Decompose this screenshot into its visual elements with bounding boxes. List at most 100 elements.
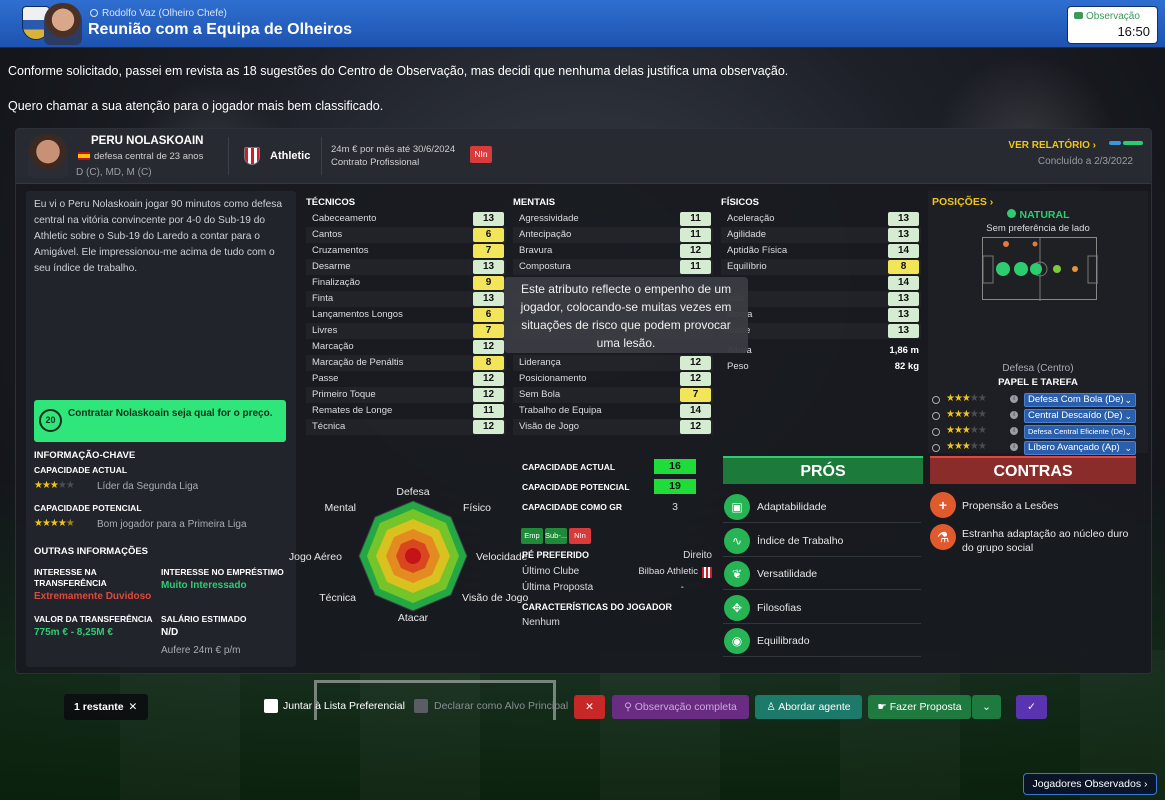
other-info-title: OUTRAS INFORMAÇÕES [34,546,148,557]
attribute-row[interactable]: Lançamentos Longos 6 [306,307,506,323]
attribute-name: Técnica [312,421,346,432]
info-icon[interactable]: i [1010,395,1018,403]
role-row[interactable]: ★★★★★ i Defesa Com Bola (De) ⌄ [932,393,1148,408]
sender-name[interactable]: Rodolfo Vaz (Olheiro Chefe) [102,8,227,19]
approach-agent-button[interactable]: ♙ Abordar agente [755,695,862,719]
info-icon[interactable]: i [1010,427,1018,435]
attribute-row[interactable]: Marcação 12 [306,339,506,355]
attribute-row[interactable]: Posicionamento 12 [513,371,713,387]
role-radio[interactable] [932,428,940,436]
page-title: Reunião com a Equipa de Olheiros [88,21,353,38]
last-club-row: Último Clube Bilbao Athletic [522,566,712,578]
attribute-row[interactable]: Finta 13 [306,291,506,307]
role-select[interactable]: Defesa Central Eficiente (De) ⌄ [1024,425,1136,439]
observation-box[interactable]: Observação 16:50 [1067,6,1158,44]
attribute-row[interactable]: idade13 [721,323,921,339]
make-offer-button[interactable]: ☛ Fazer Proposta [868,695,971,719]
main-target-label[interactable]: Declarar como Alvo Principal [434,700,568,712]
attribute-row[interactable]: Bravura 12 [513,243,713,259]
info-icon[interactable]: i [1010,443,1018,451]
role-select[interactable]: Líbero Avançado (Ap) ⌄ [1024,441,1136,455]
player-name-text[interactable]: PERU NOLASKOAIN [91,135,203,147]
report-progress-icon [1109,141,1143,147]
role-radio[interactable] [932,396,940,404]
transfer-interest-value: Extremamente Duvidoso [34,591,152,602]
attribute-value: 7 [473,244,504,258]
player-summary-bar: PERU NOLASKOAIN defesa central de 23 ano… [16,129,1151,184]
header-bar: Rodolfo Vaz (Olheiro Chefe) Reunião com … [0,0,1165,48]
scouted-players-button[interactable]: Jogadores Observados › [1023,773,1157,795]
pro-label: Equilibrado [757,635,810,647]
full-scouting-button[interactable]: ⚲ Observação completa [612,695,749,719]
attribute-row[interactable]: Visão de Jogo 12 [513,419,713,435]
attribute-row[interactable]: Cabeceamento 13 [306,211,506,227]
role-select[interactable]: Central Descaído (De) ⌄ [1024,409,1136,423]
positions-panel: POSIÇÕES › NATURAL Sem preferência de la… [928,191,1148,471]
role-radio[interactable] [932,412,940,420]
player-name[interactable]: PERU NOLASKOAIN [91,135,203,147]
view-report-text[interactable]: VER RELATÓRIO [1008,140,1089,151]
remaining-text: 1 restante [74,701,124,713]
attribute-value: 12 [680,420,711,434]
info-icon[interactable]: i [1010,411,1018,419]
positions-title[interactable]: POSIÇÕES [932,196,987,208]
attribute-row[interactable]: Primeiro Toque 12 [306,387,506,403]
attribute-row[interactable]: Agressividade 11 [513,211,713,227]
pro-item: ❦ Versatilidade [723,557,921,590]
attribute-name: Lançamentos Longos [312,309,403,320]
attribute-row[interactable]: Livres 7 [306,323,506,339]
shortlist-checkbox[interactable] [264,699,278,713]
attribute-row[interactable]: Aptidão Física 14 [721,243,921,259]
attribute-row[interactable]: Liderança 12 [513,355,713,371]
attribute-name: Agilidade [727,229,767,240]
attribute-row[interactable]: Passe 12 [306,371,506,387]
attribute-row[interactable]: Finalização 9 [306,275,506,291]
club-name[interactable]: Athletic [270,150,310,162]
positions-link[interactable]: POSIÇÕES › [932,196,993,208]
attribute-row[interactable]: Aceleração 13 [721,211,921,227]
attribute-row[interactable]: Compostura 11 [513,259,713,275]
chevron-down-icon: ⌄ [982,701,991,713]
attribute-row[interactable]: Equilíbrio 8 [721,259,921,275]
attribute-name: Cabeceamento [312,213,377,224]
attribute-row[interactable]: Sem Bola 7 [513,387,713,403]
close-icon[interactable]: ✕ [129,701,138,713]
gk-capacity-label: CAPACIDADE COMO GR [522,502,622,512]
role-select[interactable]: Defesa Com Bola (De) ⌄ [1024,393,1136,407]
attribute-row[interactable]: Antecipação 11 [513,227,713,243]
role-radio[interactable] [932,444,940,452]
player-avatar[interactable] [28,134,68,178]
potential-capacity-row: CAPACIDADE POTENCIAL 19 [516,477,716,497]
attribute-row[interactable]: Remates de Longe 11 [306,403,506,419]
attribute-value: 9 [473,276,504,290]
offer-dropdown-button[interactable]: ⌄ [972,695,1001,719]
view-report-link[interactable]: VER RELATÓRIO › [1008,140,1096,151]
reject-button[interactable]: ✕ [574,695,605,719]
role-row[interactable]: ★★★★★ i Líbero Avançado (Ap) ⌄ [932,441,1148,456]
main-target-checkbox[interactable] [414,699,428,713]
attribute-row[interactable]: Trabalho de Equipa 14 [513,403,713,419]
attribute-name: Agressividade [519,213,579,224]
attribute-row[interactable]: lsão13 [721,291,921,307]
attribute-value: 13 [888,308,919,322]
attribute-row[interactable]: 14 [721,275,921,291]
shortlist-label[interactable]: Juntar à Lista Preferencial [283,700,405,712]
attribute-row[interactable]: tência13 [721,307,921,323]
attribute-row[interactable]: Desarme 13 [306,259,506,275]
remaining-counter[interactable]: 1 restante ✕ [64,694,148,720]
attribute-row[interactable]: Marcação de Penáltis 8 [306,355,506,371]
potential-capacity-label: CAPACIDADE POTENCIAL [522,482,630,492]
confirm-button[interactable]: ✓ [1016,695,1047,719]
attribute-radar: Defesa Físico Velocidade Visão de Jogo Ataca… [289,451,529,661]
attribute-value: 12 [680,244,711,258]
role-row[interactable]: ★★★★★ i Defesa Central Eficiente (De) ⌄ [932,425,1148,440]
attribute-row[interactable]: Técnica 12 [306,419,506,435]
attribute-row[interactable]: Cantos 6 [306,227,506,243]
role-row[interactable]: ★★★★★ i Central Descaído (De) ⌄ [932,409,1148,424]
attribute-value: 13 [473,292,504,306]
attribute-row[interactable]: Agilidade 13 [721,227,921,243]
attribute-row[interactable]: Cruzamentos 7 [306,243,506,259]
attribute-name: Liderança [519,357,561,368]
last-club-value[interactable]: Bilbao Athletic [638,566,698,577]
attribute-name: Desarme [312,261,351,272]
